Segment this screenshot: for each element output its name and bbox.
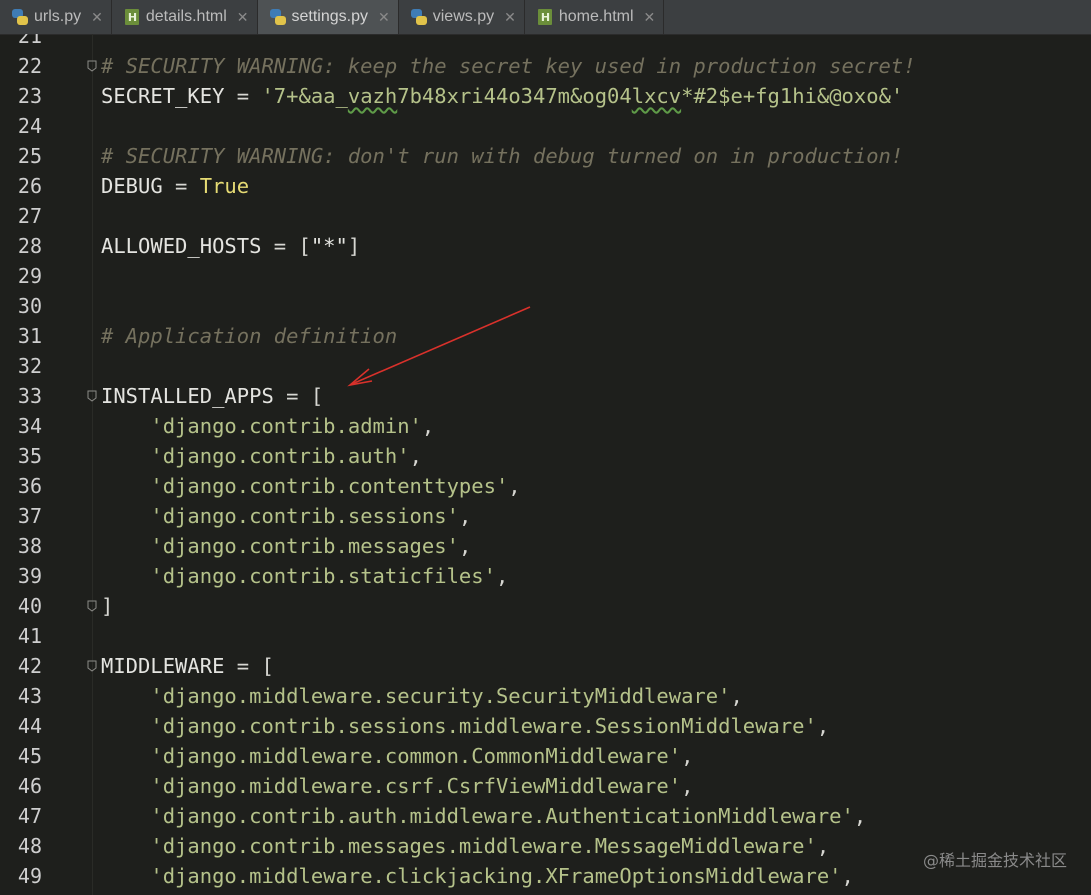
tab-label: home.html <box>558 8 634 25</box>
python-file-icon <box>12 9 28 25</box>
tab-views-py[interactable]: views.py ✕ <box>399 0 525 34</box>
tab-home-html[interactable]: Hhome.html ✕ <box>525 0 665 34</box>
tab-label: settings.py <box>291 8 368 25</box>
close-icon[interactable]: ✕ <box>91 9 103 26</box>
close-icon[interactable]: ✕ <box>378 9 390 26</box>
tab-urls-py[interactable]: urls.py ✕ <box>0 0 112 34</box>
html-file-icon: H <box>124 9 140 25</box>
annotation-arrow <box>347 306 531 387</box>
code-editor[interactable]: 21 22 # SECURITY WARNING: keep the secret … <box>0 34 1091 895</box>
html-file-icon: H <box>537 9 553 25</box>
close-icon[interactable]: ✕ <box>644 9 656 26</box>
close-icon[interactable]: ✕ <box>504 9 516 26</box>
close-icon[interactable]: ✕ <box>237 9 249 26</box>
python-file-icon <box>410 9 427 25</box>
python-file-icon <box>269 9 286 25</box>
tab-details-html[interactable]: Hdetails.html ✕ <box>112 0 258 34</box>
tab-label: urls.py <box>34 8 82 25</box>
tab-settings-py[interactable]: settings.py ✕ <box>257 0 399 34</box>
watermark-text: @稀土掘金技术社区 <box>922 851 1067 870</box>
tab-label: views.py <box>432 8 495 25</box>
editor-tab-bar: urls.py ✕ Hdetails.html ✕ settings.py ✕ views.… <box>0 0 1091 35</box>
tab-label: details.html <box>145 8 227 25</box>
